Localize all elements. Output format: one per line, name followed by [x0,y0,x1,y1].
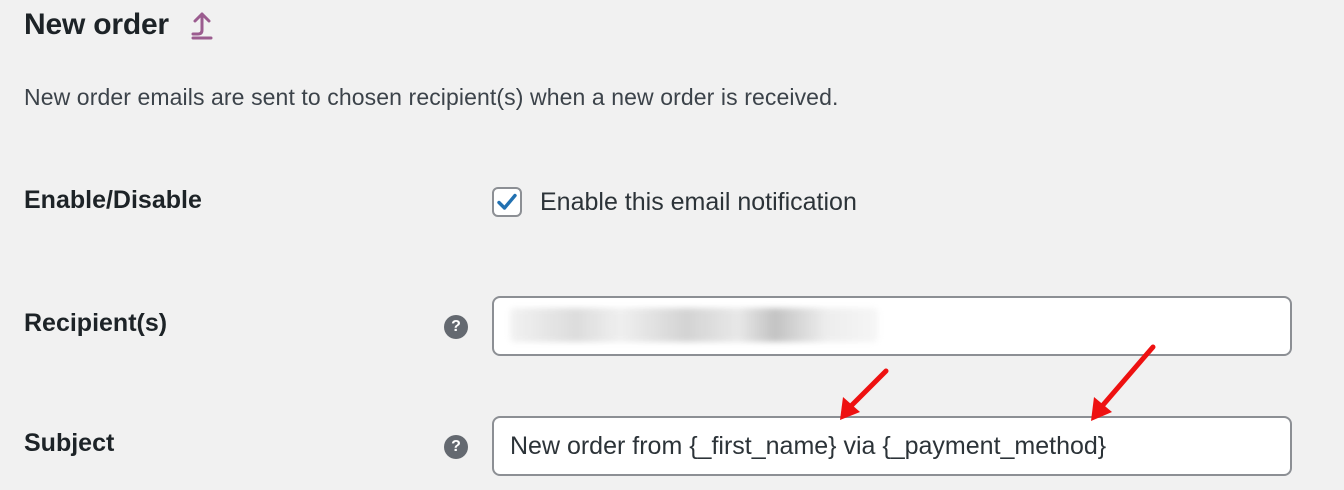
annotation-arrow-first-name [840,368,889,420]
email-settings-page: New order New order emails are sent to c… [0,0,1344,490]
enable-notification-label[interactable]: Enable this email notification [540,188,857,217]
page-heading: New order [24,4,215,46]
redacted-email-blur [510,308,878,342]
annotation-arrow-payment-method [1091,344,1156,421]
checkmark-icon [497,193,517,210]
subject-input[interactable] [492,416,1292,476]
enable-notification-checkbox[interactable] [492,187,522,217]
recipients-label: Recipient(s) [24,309,168,337]
question-mark-icon[interactable]: ? [444,435,468,459]
enable-disable-label: Enable/Disable [24,186,202,214]
arrow-up-icon[interactable] [189,10,215,40]
page-title: New order [24,8,169,41]
subject-label: Subject [24,429,115,457]
question-mark-icon[interactable]: ? [444,315,468,339]
email-description: New order emails are sent to chosen reci… [24,84,839,110]
